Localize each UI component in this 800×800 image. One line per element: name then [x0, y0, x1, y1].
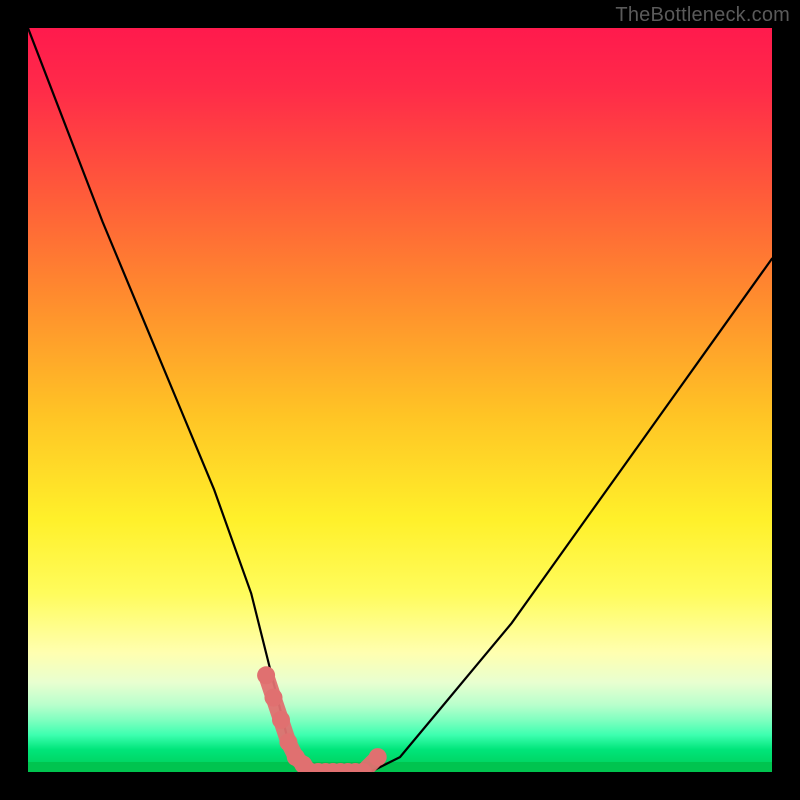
plot-area	[28, 28, 772, 772]
baseline-green-band	[28, 762, 772, 772]
chart-frame: TheBottleneck.com	[0, 0, 800, 800]
watermark-text: TheBottleneck.com	[615, 4, 790, 27]
heat-gradient-bg	[28, 28, 772, 772]
